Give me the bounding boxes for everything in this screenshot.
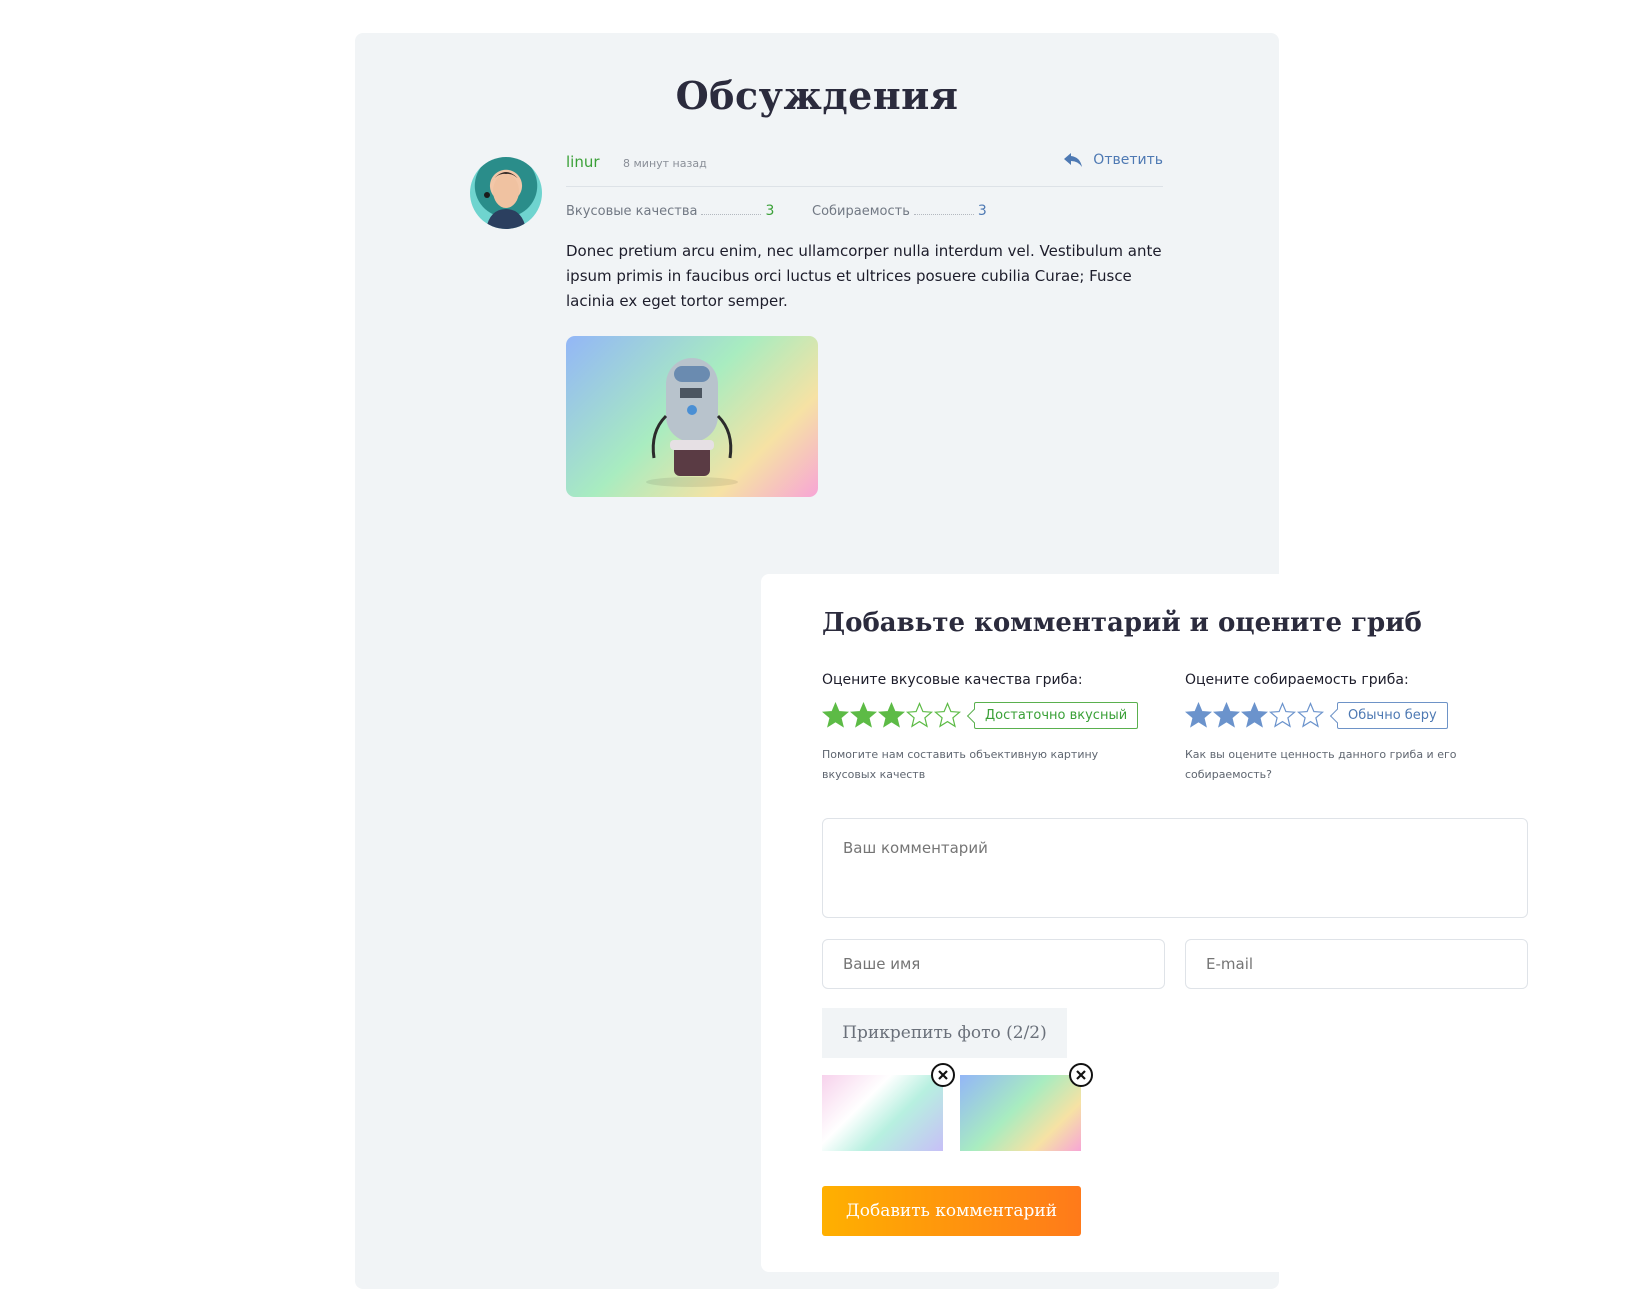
comment-author[interactable]: linur bbox=[566, 153, 600, 171]
robot-image bbox=[646, 358, 738, 487]
page-title: Обсуждения bbox=[675, 73, 959, 118]
comment-rating-taste: Вкусовые качества 3 bbox=[566, 203, 774, 219]
reply-label: Ответить bbox=[1093, 152, 1163, 168]
divider bbox=[566, 186, 1163, 187]
star-empty-icon[interactable] bbox=[1297, 702, 1324, 729]
discussion-panel: Обсуждения linur 8 минут назад Ответить … bbox=[355, 33, 1589, 1289]
star-filled-icon[interactable] bbox=[822, 702, 849, 729]
dotted-leader bbox=[913, 214, 974, 215]
comment-textarea[interactable] bbox=[822, 818, 1528, 918]
reply-button[interactable]: Ответить bbox=[1063, 152, 1163, 168]
star-filled-icon[interactable] bbox=[1213, 702, 1240, 729]
taste-rating-tag: Достаточно вкусный bbox=[974, 702, 1139, 729]
star-filled-icon[interactable] bbox=[878, 702, 905, 729]
comment-rating-collect: Собираемость 3 bbox=[812, 203, 987, 219]
attached-photo-image bbox=[960, 1075, 1081, 1151]
rating-value: 3 bbox=[765, 203, 775, 219]
attached-photo bbox=[960, 1063, 1093, 1151]
collect-rating-block: Оцените собираемость гриба: Обычно беру … bbox=[1185, 672, 1465, 785]
star-empty-icon[interactable] bbox=[934, 702, 961, 729]
collect-rating-tag: Обычно беру bbox=[1337, 702, 1448, 729]
comment-time: 8 минут назад bbox=[623, 157, 707, 170]
comment-text: Donec pretium arcu enim, nec ullamcorper… bbox=[566, 242, 1162, 310]
attached-photo-image bbox=[822, 1075, 943, 1151]
star-filled-icon[interactable] bbox=[1241, 702, 1268, 729]
remove-photo-button[interactable] bbox=[931, 1063, 955, 1087]
rating-value: 3 bbox=[977, 203, 987, 219]
email-input[interactable] bbox=[1185, 939, 1528, 989]
remove-photo-button[interactable] bbox=[1069, 1063, 1093, 1087]
reply-icon bbox=[1064, 153, 1083, 167]
attached-photo bbox=[822, 1063, 955, 1151]
submit-comment-button[interactable]: Добавить комментарий bbox=[822, 1186, 1081, 1236]
taste-rating-block: Оцените вкусовые качества гриба: Достато… bbox=[822, 672, 1152, 785]
close-icon bbox=[1076, 1070, 1086, 1080]
star-filled-icon[interactable] bbox=[850, 702, 877, 729]
name-input[interactable] bbox=[822, 939, 1165, 989]
form-title: Добавьте комментарий и оцените гриб bbox=[822, 608, 1422, 638]
dotted-leader bbox=[701, 214, 762, 215]
taste-stars: Достаточно вкусный bbox=[822, 702, 1152, 729]
taste-rating-hint: Помогите нам составить объективную карти… bbox=[822, 748, 1099, 781]
collect-rating-label: Оцените собираемость гриба: bbox=[1185, 672, 1409, 688]
star-filled-icon[interactable] bbox=[1185, 702, 1212, 729]
taste-rating-label: Оцените вкусовые качества гриба: bbox=[822, 672, 1083, 688]
close-icon bbox=[938, 1070, 948, 1080]
rating-label: Вкусовые качества bbox=[566, 204, 698, 219]
comment-photo[interactable] bbox=[566, 336, 818, 497]
attach-photo-button[interactable]: Прикрепить фото (2/2) bbox=[822, 1008, 1067, 1058]
avatar bbox=[470, 157, 542, 229]
add-comment-card: Добавьте комментарий и оцените гриб Оцен… bbox=[761, 574, 1589, 1272]
collect-stars: Обычно беру bbox=[1185, 702, 1465, 729]
collect-rating-hint: Как вы оцените ценность данного гриба и … bbox=[1185, 748, 1457, 781]
star-empty-icon[interactable] bbox=[906, 702, 933, 729]
rating-label: Собираемость bbox=[812, 204, 910, 219]
star-empty-icon[interactable] bbox=[1269, 702, 1296, 729]
